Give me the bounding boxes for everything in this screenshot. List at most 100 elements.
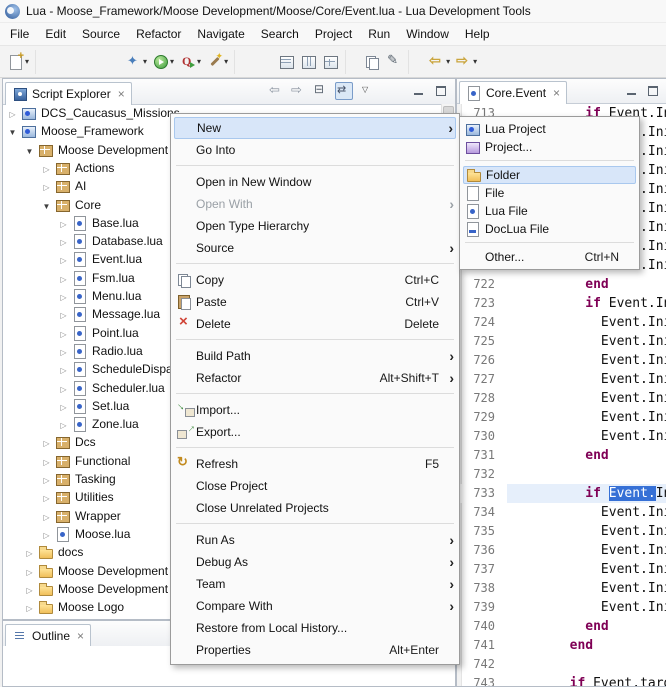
dropdown-caret-icon[interactable] bbox=[197, 57, 201, 66]
code-line-735[interactable]: 735 Event.IniDCSUnitName = Event.IniDCSU… bbox=[457, 522, 666, 541]
maximize-icon[interactable] bbox=[645, 83, 661, 99]
view-table-button[interactable] bbox=[277, 53, 297, 71]
code-line-743[interactable]: 743 if Event.target then bbox=[457, 674, 666, 686]
menu-item-file[interactable]: File bbox=[463, 184, 636, 202]
code-line-741[interactable]: 741 end bbox=[457, 636, 666, 655]
collapsed-arrow-icon[interactable] bbox=[58, 252, 69, 266]
collapsed-arrow-icon[interactable] bbox=[41, 161, 52, 175]
menu-navigate[interactable]: Navigate bbox=[189, 23, 252, 45]
view-grid-button[interactable] bbox=[321, 53, 341, 71]
collapsed-arrow-icon[interactable] bbox=[58, 399, 69, 413]
code-line-722[interactable]: 722 end bbox=[457, 275, 666, 294]
collapsed-arrow-icon[interactable] bbox=[24, 600, 35, 614]
collapsed-arrow-icon[interactable] bbox=[41, 435, 52, 449]
menu-item-source[interactable]: Source bbox=[174, 237, 456, 259]
collapsed-arrow-icon[interactable] bbox=[58, 234, 69, 248]
menu-item-close-unrelated-projects[interactable]: Close Unrelated Projects bbox=[174, 497, 456, 519]
menu-edit[interactable]: Edit bbox=[37, 23, 74, 45]
code-line-724[interactable]: 724 Event.IniDCSUnit = Event.initiator bbox=[457, 313, 666, 332]
menu-item-other[interactable]: Other...Ctrl+N bbox=[463, 248, 636, 266]
back-button[interactable] bbox=[427, 53, 452, 71]
menu-help[interactable]: Help bbox=[457, 23, 498, 45]
tab-core-event[interactable]: Core.Event bbox=[459, 81, 567, 104]
menu-source[interactable]: Source bbox=[74, 23, 128, 45]
menu-item-run-as[interactable]: Run As bbox=[174, 529, 456, 551]
collapsed-arrow-icon[interactable] bbox=[58, 417, 69, 431]
menu-item-compare-with[interactable]: Compare With bbox=[174, 595, 456, 617]
collapsed-arrow-icon[interactable] bbox=[7, 106, 18, 120]
menu-item-restore-from-local-history[interactable]: Restore from Local History... bbox=[174, 617, 456, 639]
dropdown-caret-icon[interactable] bbox=[473, 57, 477, 66]
menu-item-open-type-hierarchy[interactable]: Open Type Hierarchy bbox=[174, 215, 456, 237]
expanded-arrow-icon[interactable] bbox=[41, 198, 52, 212]
collapsed-arrow-icon[interactable] bbox=[24, 618, 35, 619]
collapsed-arrow-icon[interactable] bbox=[41, 472, 52, 486]
collapsed-arrow-icon[interactable] bbox=[58, 344, 69, 358]
collapsed-arrow-icon[interactable] bbox=[58, 289, 69, 303]
collapsed-arrow-icon[interactable] bbox=[58, 362, 69, 376]
code-line-723[interactable]: 723 if Event.IniObjectCategory == Object… bbox=[457, 294, 666, 313]
dropdown-caret-icon[interactable] bbox=[25, 57, 29, 66]
collapsed-arrow-icon[interactable] bbox=[41, 527, 52, 541]
last-edit-location-button[interactable] bbox=[384, 53, 404, 71]
close-icon[interactable] bbox=[77, 630, 84, 642]
expanded-arrow-icon[interactable] bbox=[24, 143, 35, 157]
minimize-icon[interactable] bbox=[411, 83, 427, 99]
code-line-725[interactable]: 725 Event.IniDCSUnitName = Event.IniDCSU… bbox=[457, 332, 666, 351]
dropdown-caret-icon[interactable] bbox=[143, 57, 147, 66]
collapsed-arrow-icon[interactable] bbox=[58, 307, 69, 321]
menu-item-export[interactable]: Export... bbox=[174, 421, 456, 443]
collapsed-arrow-icon[interactable] bbox=[41, 179, 52, 193]
collapsed-arrow-icon[interactable] bbox=[41, 490, 52, 504]
view-menu-icon[interactable] bbox=[359, 83, 375, 99]
menu-item-new[interactable]: New bbox=[174, 117, 456, 139]
menu-window[interactable]: Window bbox=[398, 23, 457, 45]
menu-item-lua-project[interactable]: Lua Project bbox=[463, 120, 636, 138]
code-line-739[interactable]: 739 Event.IniTypeName = Event.IniDCSUnit… bbox=[457, 598, 666, 617]
menu-item-refactor[interactable]: RefactorAlt+Shift+T bbox=[174, 367, 456, 389]
menu-item-debug-as[interactable]: Debug As bbox=[174, 551, 456, 573]
new-button[interactable] bbox=[6, 53, 31, 71]
code-line-727[interactable]: 727 Event.IniUnit = STATIC:FindByName( E… bbox=[457, 370, 666, 389]
tab-script-explorer[interactable]: Script Explorer bbox=[5, 82, 132, 105]
menu-item-copy[interactable]: CopyCtrl+C bbox=[174, 269, 456, 291]
view-columns-button[interactable] bbox=[299, 53, 319, 71]
menu-run[interactable]: Run bbox=[360, 23, 398, 45]
close-icon[interactable] bbox=[118, 88, 125, 100]
code-line-736[interactable]: 736 Event.IniUnitName = Event.IniDCSUnit… bbox=[457, 541, 666, 560]
menu-item-properties[interactable]: PropertiesAlt+Enter bbox=[174, 639, 456, 661]
external-tools-button[interactable] bbox=[205, 53, 230, 71]
menu-item-build-path[interactable]: Build Path bbox=[174, 345, 456, 367]
menu-item-close-project[interactable]: Close Project bbox=[174, 475, 456, 497]
run-button[interactable] bbox=[151, 53, 176, 71]
code-line-732[interactable]: 732 bbox=[457, 465, 666, 484]
code-line-742[interactable]: 742 bbox=[457, 655, 666, 674]
menu-item-delete[interactable]: DeleteDelete bbox=[174, 313, 456, 335]
code-line-729[interactable]: 729 Event.IniCategory = Event.IniDCSUnit… bbox=[457, 408, 666, 427]
forward-button[interactable] bbox=[454, 53, 479, 71]
collapsed-arrow-icon[interactable] bbox=[58, 216, 69, 230]
collapse-all-icon[interactable] bbox=[313, 83, 329, 99]
minimize-icon[interactable] bbox=[624, 83, 640, 99]
forward-nav-icon[interactable] bbox=[291, 83, 307, 99]
code-line-726[interactable]: 726 Event.IniUnitName = Event.IniDCSUnit… bbox=[457, 351, 666, 370]
collapsed-arrow-icon[interactable] bbox=[24, 564, 35, 578]
dropdown-caret-icon[interactable] bbox=[170, 57, 174, 66]
open-resource-button[interactable] bbox=[362, 53, 382, 71]
code-line-733[interactable]: 733 if Event.IniObjectCategory == Object… bbox=[457, 484, 666, 503]
menu-item-import[interactable]: Import... bbox=[174, 399, 456, 421]
dropdown-caret-icon[interactable] bbox=[224, 57, 228, 66]
collapsed-arrow-icon[interactable] bbox=[24, 545, 35, 559]
code-line-740[interactable]: 740 end bbox=[457, 617, 666, 636]
collapsed-arrow-icon[interactable] bbox=[41, 454, 52, 468]
tab-outline[interactable]: Outline bbox=[5, 624, 91, 647]
expanded-arrow-icon[interactable] bbox=[7, 124, 18, 138]
menu-item-paste[interactable]: PasteCtrl+V bbox=[174, 291, 456, 313]
collapsed-arrow-icon[interactable] bbox=[58, 381, 69, 395]
code-line-730[interactable]: 730 Event.IniTypeName = Event.IniDCSUnit… bbox=[457, 427, 666, 446]
menu-project[interactable]: Project bbox=[307, 23, 360, 45]
menu-item-team[interactable]: Team bbox=[174, 573, 456, 595]
menu-item-doclua-file[interactable]: DocLua File bbox=[463, 220, 636, 238]
profile-button[interactable] bbox=[178, 53, 203, 71]
code-line-734[interactable]: 734 Event.IniDCSUnit = Event.initiator bbox=[457, 503, 666, 522]
